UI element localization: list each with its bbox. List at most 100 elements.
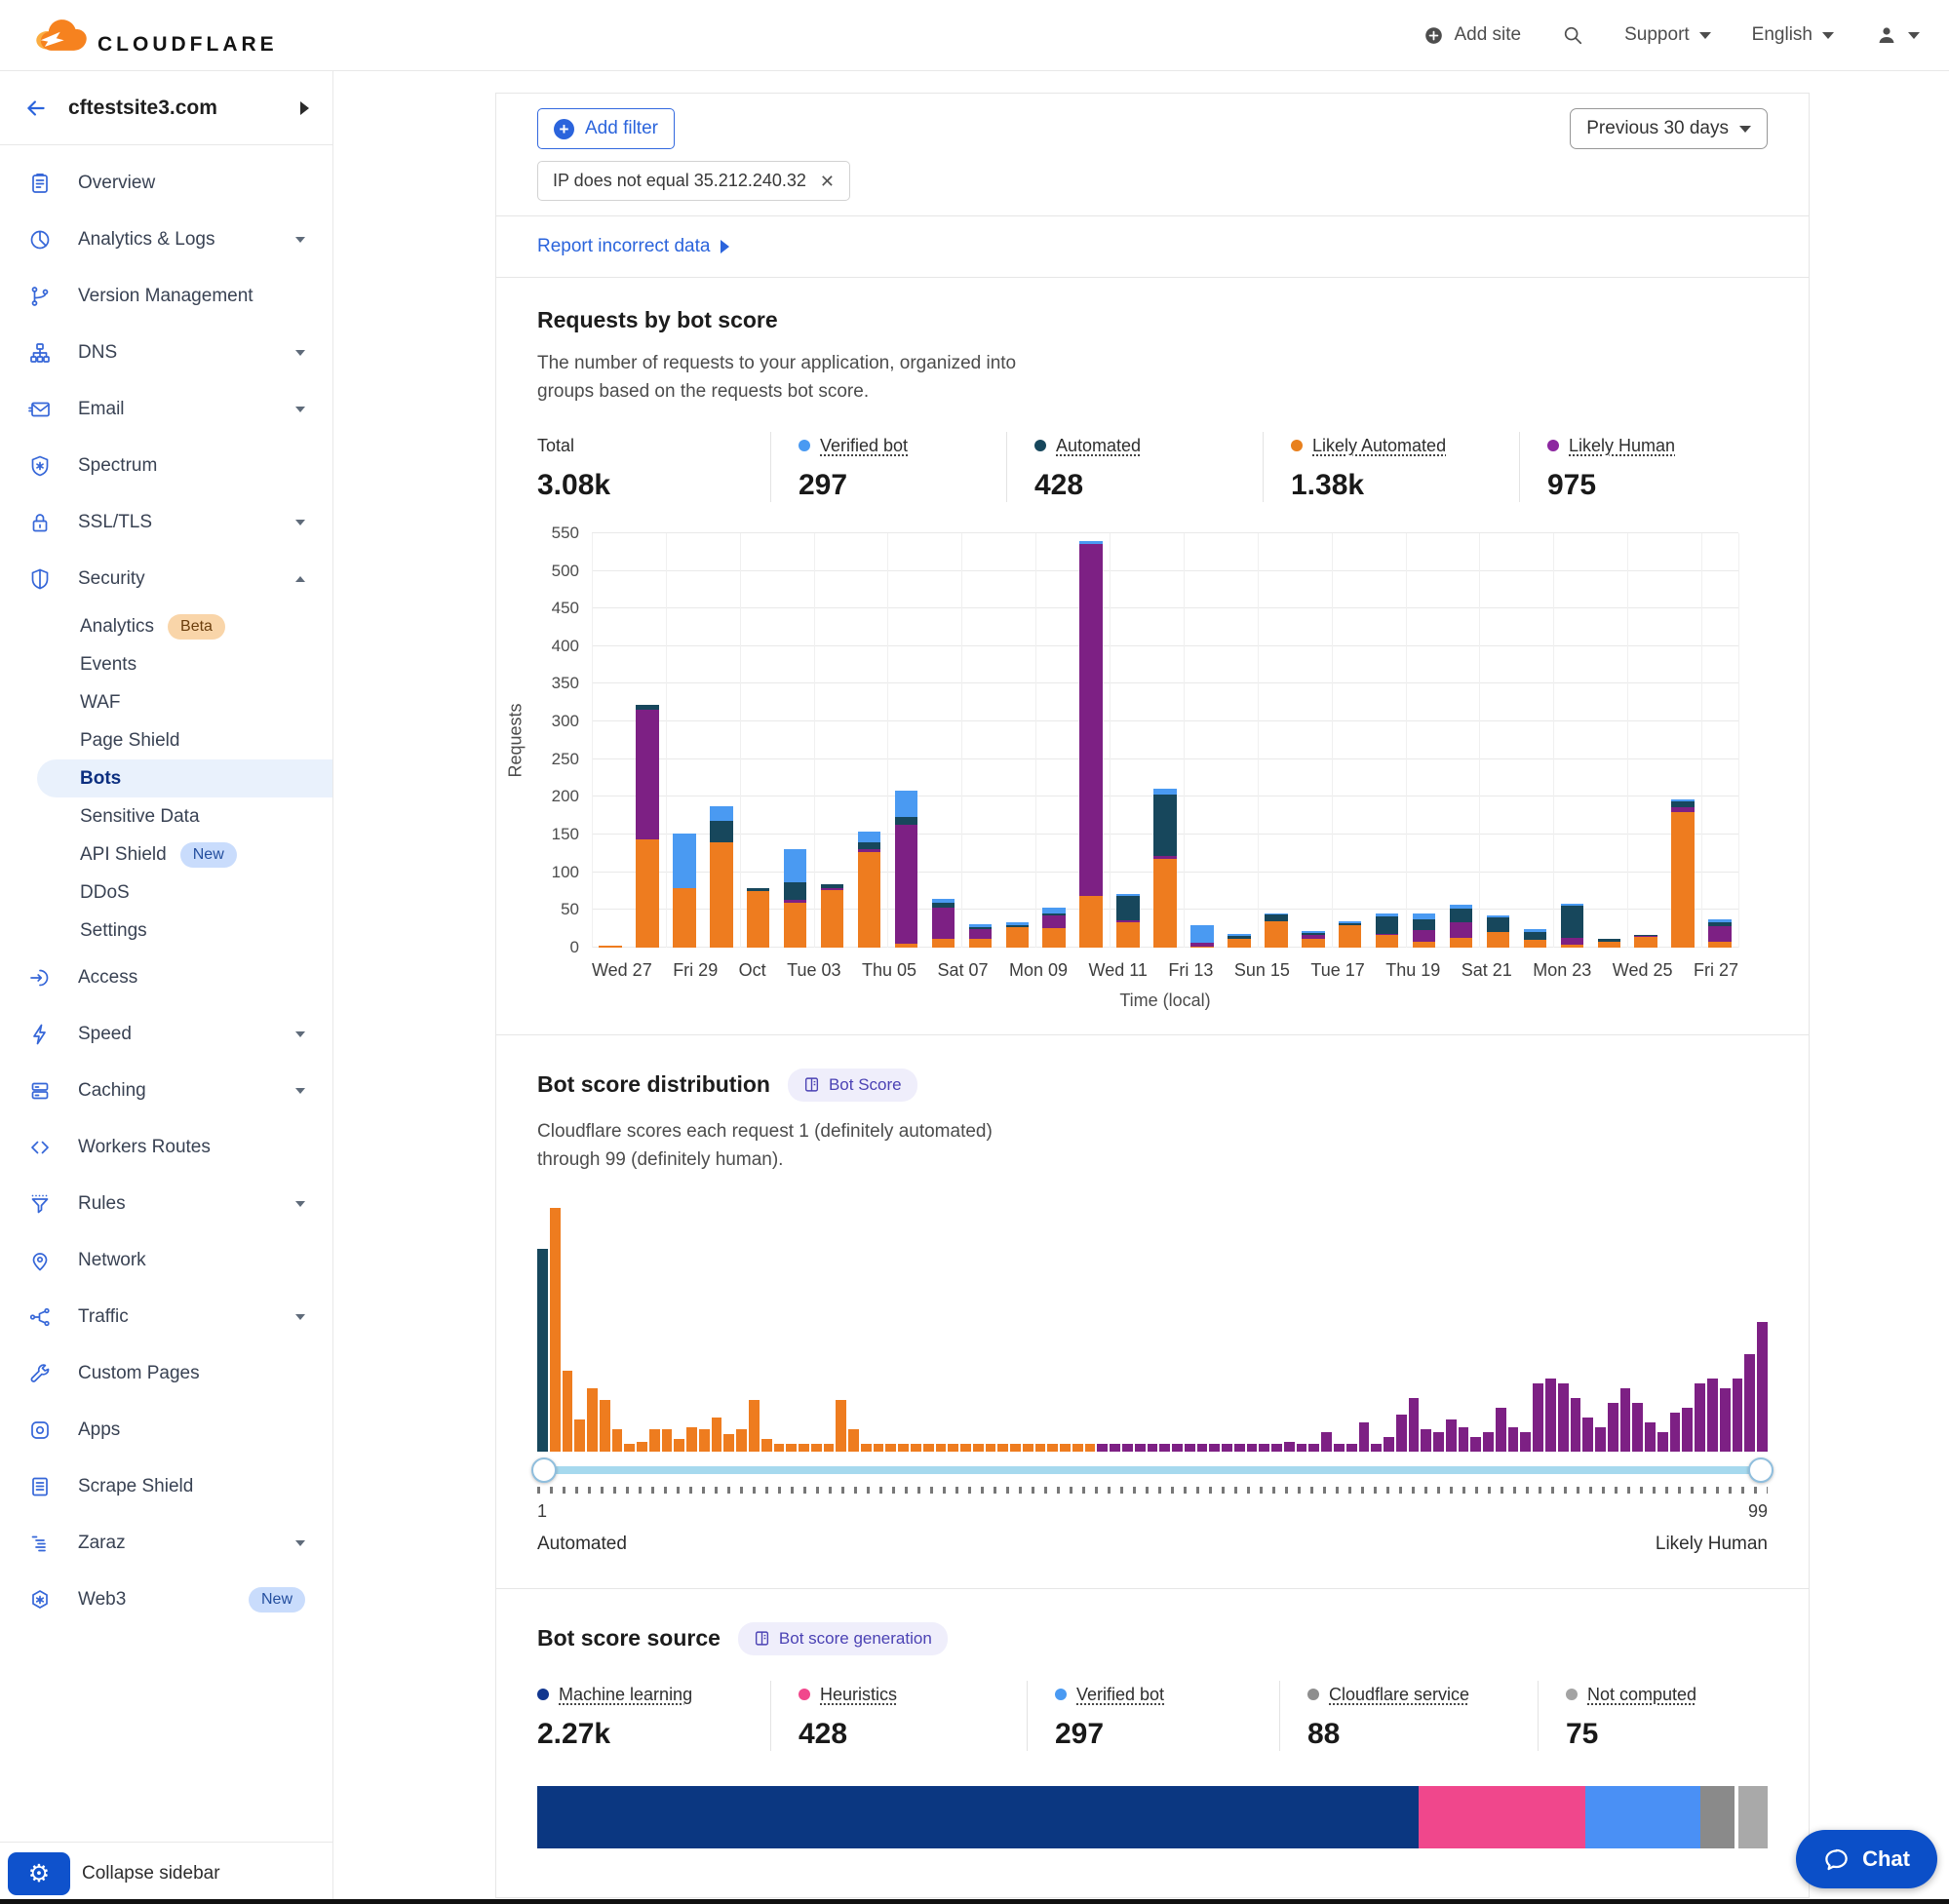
sidebar-item-scrape-shield[interactable]: Scrape Shield — [0, 1458, 332, 1515]
sidebar-item-page-shield[interactable]: Page Shield — [0, 721, 332, 759]
sidebar-item-zaraz[interactable]: Zaraz — [0, 1515, 332, 1572]
time-range-select[interactable]: Previous 30 days — [1570, 108, 1768, 149]
bot-score-badge[interactable]: Bot Score — [788, 1069, 917, 1102]
segment-likely-human — [636, 710, 659, 839]
report-incorrect-data-link[interactable]: Report incorrect data — [537, 236, 729, 257]
cloudflare-logo-text: CLOUDFLARE — [97, 34, 278, 57]
sidebar-item-custom-pages[interactable]: Custom Pages — [0, 1345, 332, 1402]
sidebar-item-label: Web3 — [78, 1589, 126, 1611]
requests-by-bot-score-card: Requests by bot score The number of requ… — [496, 278, 1809, 1035]
score-bar-77 — [1483, 1432, 1494, 1452]
sidebar-item-workers-routes[interactable]: Workers Routes — [0, 1119, 332, 1176]
sidebar-item-waf[interactable]: WAF — [0, 683, 332, 721]
x-tick-label — [766, 960, 787, 981]
segment-likely-human — [1561, 938, 1584, 945]
sidebar-item-traffic[interactable]: Traffic — [0, 1289, 332, 1345]
slider-handle-min[interactable] — [531, 1457, 557, 1483]
stat-verified-bot: Verified bot297 — [1027, 1681, 1279, 1751]
main-content: + Add filter Previous 30 days IP does no… — [333, 71, 1949, 1904]
likely-human-caption: Likely Human — [1656, 1534, 1768, 1555]
segment-likely-automated — [932, 939, 955, 948]
slider-track[interactable] — [539, 1466, 1766, 1474]
stat-label[interactable]: Not computed — [1566, 1685, 1768, 1705]
segment-likely-automated — [1708, 942, 1732, 948]
sidebar-item-overview[interactable]: Overview — [0, 155, 332, 212]
filter-chip[interactable]: IP does not equal 35.212.240.32 ✕ — [537, 161, 850, 201]
site-expand-icon[interactable] — [300, 101, 309, 115]
score-bar-42 — [1047, 1444, 1058, 1452]
stacked-bar-plot: Requests 0501001502002503003504004505005… — [592, 533, 1738, 948]
collapse-sidebar-button[interactable]: Collapse sidebar — [82, 1863, 220, 1885]
chat-button[interactable]: Chat — [1796, 1830, 1937, 1888]
sidebar-item-email[interactable]: Email — [0, 381, 332, 438]
sidebar-item-events[interactable]: Events — [0, 645, 332, 683]
sidebar-item-analytics[interactable]: AnalyticsBeta — [0, 607, 332, 645]
chevron-down-icon — [1908, 32, 1920, 39]
score-bar-9 — [637, 1442, 647, 1452]
bar-sat-30 — [710, 533, 733, 948]
back-arrow-icon[interactable] — [23, 96, 49, 121]
chevron-down-icon — [1739, 126, 1751, 133]
stat-label[interactable]: Cloudflare service — [1307, 1685, 1538, 1705]
sidebar-item-dns[interactable]: DNS — [0, 325, 332, 381]
sidebar-item-access[interactable]: Access — [0, 950, 332, 1006]
score-range-slider[interactable] — [537, 1456, 1768, 1485]
score-bar-63 — [1308, 1444, 1319, 1452]
stat-heuristics: Heuristics428 — [770, 1681, 1027, 1751]
y-axis-title: Requests — [496, 533, 535, 948]
sidebar-item-caching[interactable]: Caching — [0, 1063, 332, 1119]
dns-icon — [27, 341, 53, 365]
stat-label[interactable]: Likely Human — [1547, 436, 1768, 456]
score-bar-25 — [836, 1400, 846, 1452]
requests-stats-row: Total3.08kVerified bot297Automated428Lik… — [537, 432, 1768, 502]
remove-filter-icon[interactable]: ✕ — [820, 173, 835, 190]
language-menu[interactable]: English — [1752, 24, 1834, 46]
bot-score-generation-badge[interactable]: Bot score generation — [738, 1622, 948, 1655]
score-bar-60 — [1271, 1444, 1282, 1452]
bar-wed-18 — [1376, 533, 1399, 948]
sidebar-item-security[interactable]: Security — [0, 551, 332, 607]
bar-tue-03 — [821, 533, 844, 948]
bar-mon-09 — [1042, 533, 1066, 948]
settings-gear-button[interactable]: ⚙ — [8, 1852, 70, 1895]
score-bar-33 — [936, 1444, 947, 1452]
segment-likely-human — [1450, 922, 1473, 937]
sidebar-item-ddos[interactable]: DDoS — [0, 874, 332, 912]
segment-likely-automated — [1524, 940, 1547, 948]
account-menu[interactable] — [1875, 23, 1920, 47]
score-bar-61 — [1284, 1442, 1295, 1452]
sidebar-item-apps[interactable]: Apps — [0, 1402, 332, 1458]
sidebar-item-sensitive-data[interactable]: Sensitive Data — [0, 797, 332, 835]
add-site-button[interactable]: Add site — [1423, 24, 1521, 46]
add-filter-button[interactable]: + Add filter — [537, 108, 675, 149]
sidebar-item-spectrum[interactable]: Spectrum — [0, 438, 332, 494]
stat-label[interactable]: Verified bot — [1055, 1685, 1279, 1705]
support-menu[interactable]: Support — [1624, 24, 1711, 46]
sidebar-item-rules[interactable]: Rules — [0, 1176, 332, 1232]
segment-verified-bot — [895, 791, 918, 817]
stat-label[interactable]: Heuristics — [799, 1685, 1027, 1705]
stat-label[interactable]: Verified bot — [799, 436, 1006, 456]
stat-cloudflare-service: Cloudflare service88 — [1279, 1681, 1538, 1751]
chat-bubble-icon — [1823, 1846, 1850, 1873]
segment-likely-automated — [1265, 921, 1288, 948]
sidebar-item-settings[interactable]: Settings — [0, 912, 332, 950]
stat-label[interactable]: Likely Automated — [1291, 436, 1519, 456]
sidebar-item-network[interactable]: Network — [0, 1232, 332, 1289]
segment-likely-automated — [747, 891, 770, 948]
slider-handle-max[interactable] — [1748, 1457, 1774, 1483]
sidebar-item-analytics-logs[interactable]: Analytics & Logs — [0, 212, 332, 268]
sidebar-item-api-shield[interactable]: API ShieldNew — [0, 835, 332, 874]
sidebar-item-web3[interactable]: Web3New — [0, 1572, 332, 1628]
x-tick-label: Sat 21 — [1462, 960, 1512, 981]
sidebar-item-speed[interactable]: Speed — [0, 1006, 332, 1063]
slider-max-label: 99 — [1748, 1501, 1768, 1522]
segment-likely-automated — [1079, 896, 1103, 948]
sidebar-item-version-management[interactable]: Version Management — [0, 268, 332, 325]
score-bar-36 — [973, 1444, 984, 1452]
sidebar-item-bots[interactable]: Bots — [37, 759, 332, 797]
stat-label[interactable]: Machine learning — [537, 1685, 770, 1705]
sidebar-item-ssl-tls[interactable]: SSL/TLS — [0, 494, 332, 551]
search-button[interactable] — [1562, 24, 1583, 46]
stat-label[interactable]: Automated — [1034, 436, 1263, 456]
